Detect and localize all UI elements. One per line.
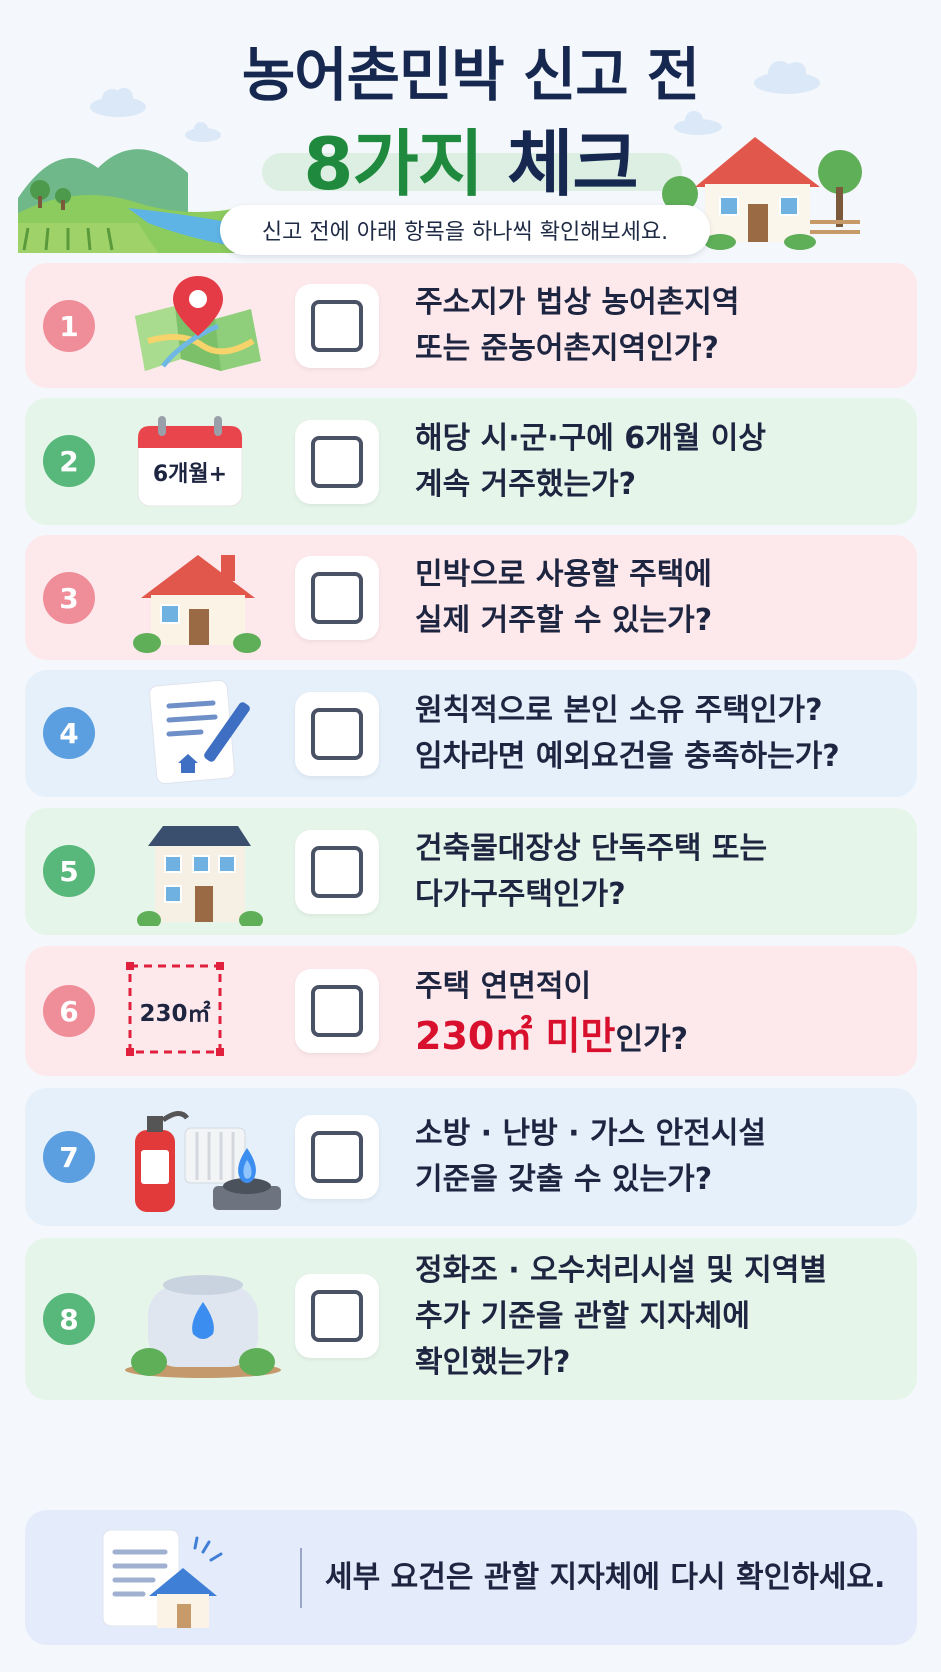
item-text-line: 실제 거주할 수 있는가? (415, 603, 713, 638)
item-text-line: 확인했는가? (415, 1345, 571, 1380)
safety-equipment-icon (135, 1111, 281, 1212)
item-text-line: 소방 · 난방 · 가스 안전시설 (415, 1116, 767, 1151)
calendar-badge: 6개월+ (152, 462, 228, 487)
item-number: 2 (43, 435, 95, 487)
item-text-line: 230㎡ 미만인가? (415, 1010, 915, 1066)
checkbox-square-icon (311, 572, 363, 624)
header: 농어촌민박 신고 전 8가지 체크 신고 전에 아래 항목을 하나씩 확인해보세… (0, 0, 941, 270)
checkbox-square-icon (311, 436, 363, 488)
checkbox-square-icon (311, 300, 363, 352)
item-text-line: 또는 준농어촌지역인가? (415, 331, 719, 366)
item-number: 1 (43, 300, 95, 352)
item-text-line: 다가구주택인가? (415, 877, 626, 912)
footer-note: 세부 요건은 관할 지자체에 다시 확인하세요. (25, 1510, 917, 1645)
item-checkbox[interactable] (295, 1115, 379, 1199)
item-checkbox[interactable] (295, 969, 379, 1053)
area-limit-highlight: 230㎡ 미만 (415, 1014, 616, 1058)
item-text: 주소지가 법상 농어촌지역 또는 준농어촌지역인가? (415, 280, 915, 372)
item-checkbox[interactable] (295, 556, 379, 640)
item-text: 정화조 · 오수처리시설 및 지역별 추가 기준을 관할 지자체에 확인했는가? (415, 1248, 925, 1386)
item-checkbox[interactable] (295, 420, 379, 504)
item-number: 7 (43, 1131, 95, 1183)
map-pin-icon (135, 276, 261, 371)
item-checkbox[interactable] (295, 692, 379, 776)
item-text-line: 임차라면 예외요건을 충족하는가? (415, 739, 840, 774)
item-checkbox[interactable] (295, 1274, 379, 1358)
item-text-line: 원칙적으로 본인 소유 주택인가? (415, 693, 823, 728)
page-title: 농어촌민박 신고 전 (241, 41, 700, 109)
checklist-item-2: 2 6개월+ 해당 시·군·구에 6개월 이상 계속 거주했는가? (25, 398, 917, 525)
two-story-house-icon (137, 826, 263, 926)
item-text-line: 주택 연면적이 (415, 969, 592, 1004)
house-icon (133, 555, 261, 653)
item-checkbox[interactable] (295, 830, 379, 914)
area-measure-icon: 230㎡ (125, 958, 225, 1058)
checklist-item-5: 5 건축물대장상 단독주택 또는 다가구주택인가? (25, 808, 917, 935)
item-number: 6 (43, 985, 95, 1037)
checkbox-square-icon (311, 708, 363, 760)
instruction-pill: 신고 전에 아래 항목을 하나씩 확인해보세요. (220, 205, 710, 255)
footer-divider (300, 1548, 302, 1608)
checklist-item-3: 3 민박으로 사용할 주택에 실제 거주할 수 있는가? (25, 535, 917, 660)
item-text: 건축물대장상 단독주택 또는 다가구주택인가? (415, 826, 915, 918)
item-text: 민박으로 사용할 주택에 실제 거주할 수 있는가? (415, 552, 915, 644)
document-house-icon (102, 1529, 223, 1628)
title-count: 8가지 (303, 122, 484, 206)
item-text-line: 해당 시·군·구에 6개월 이상 (415, 421, 766, 456)
instruction-text: 신고 전에 아래 항목을 하나씩 확인해보세요. (261, 220, 669, 245)
item-number: 4 (43, 707, 95, 759)
checklist-item-8: 8 정화조 · 오수처리시설 및 지역별 추가 기준을 관할 지자체에 확인했는… (25, 1238, 917, 1400)
area-badge: 230㎡ (139, 1001, 211, 1027)
item-text: 소방 · 난방 · 가스 안전시설 기준을 갖출 수 있는가? (415, 1111, 915, 1203)
document-pen-icon (149, 679, 250, 785)
item-text: 주택 연면적이 230㎡ 미만인가? (415, 964, 915, 1066)
checklist-item-1: 1 주소지가 법상 농어촌지역 또는 준농어촌지역인가? (25, 263, 917, 388)
checkbox-square-icon (311, 1290, 363, 1342)
checkbox-square-icon (311, 846, 363, 898)
checklist-item-6: 6 230㎡ 주택 연면적이 230㎡ 미만인가? (25, 946, 917, 1076)
item-number: 5 (43, 845, 95, 897)
item-text-line: 추가 기준을 관할 지자체에 (415, 1299, 750, 1334)
item-text: 해당 시·군·구에 6개월 이상 계속 거주했는가? (415, 416, 915, 508)
item-text: 원칙적으로 본인 소유 주택인가? 임차라면 예외요건을 충족하는가? (415, 688, 925, 780)
item-text-tail: 인가? (615, 1022, 689, 1057)
item-number: 8 (43, 1293, 95, 1345)
checkbox-square-icon (311, 1131, 363, 1183)
checklist-item-7: 7 소방 · 난방 · 가스 안전시설 기준을 갖출 수 있는가? (25, 1088, 917, 1226)
item-text-line: 정화조 · 오수처리시설 및 지역별 (415, 1253, 827, 1288)
item-text-line: 건축물대장상 단독주택 또는 (415, 831, 768, 866)
item-checkbox[interactable] (295, 284, 379, 368)
item-text-line: 주소지가 법상 농어촌지역 (415, 285, 740, 320)
calendar-icon: 6개월+ (130, 408, 250, 508)
page-subtitle-heading: 8가지 체크 (0, 105, 941, 210)
item-text-line: 민박으로 사용할 주택에 (415, 557, 712, 592)
item-number: 3 (43, 572, 95, 624)
item-text-line: 계속 거주했는가? (415, 467, 637, 502)
checklist-item-4: 4 원칙적으로 본인 소유 주택인가? 임차라면 예외요건을 충족하는가? (25, 670, 917, 797)
water-tank-icon (125, 1275, 281, 1378)
footer-text: 세부 요건은 관할 지자체에 다시 확인하세요. (325, 1560, 886, 1595)
checkbox-square-icon (311, 985, 363, 1037)
item-text-line: 기준을 갖출 수 있는가? (415, 1162, 713, 1197)
title-check: 체크 (507, 122, 638, 206)
